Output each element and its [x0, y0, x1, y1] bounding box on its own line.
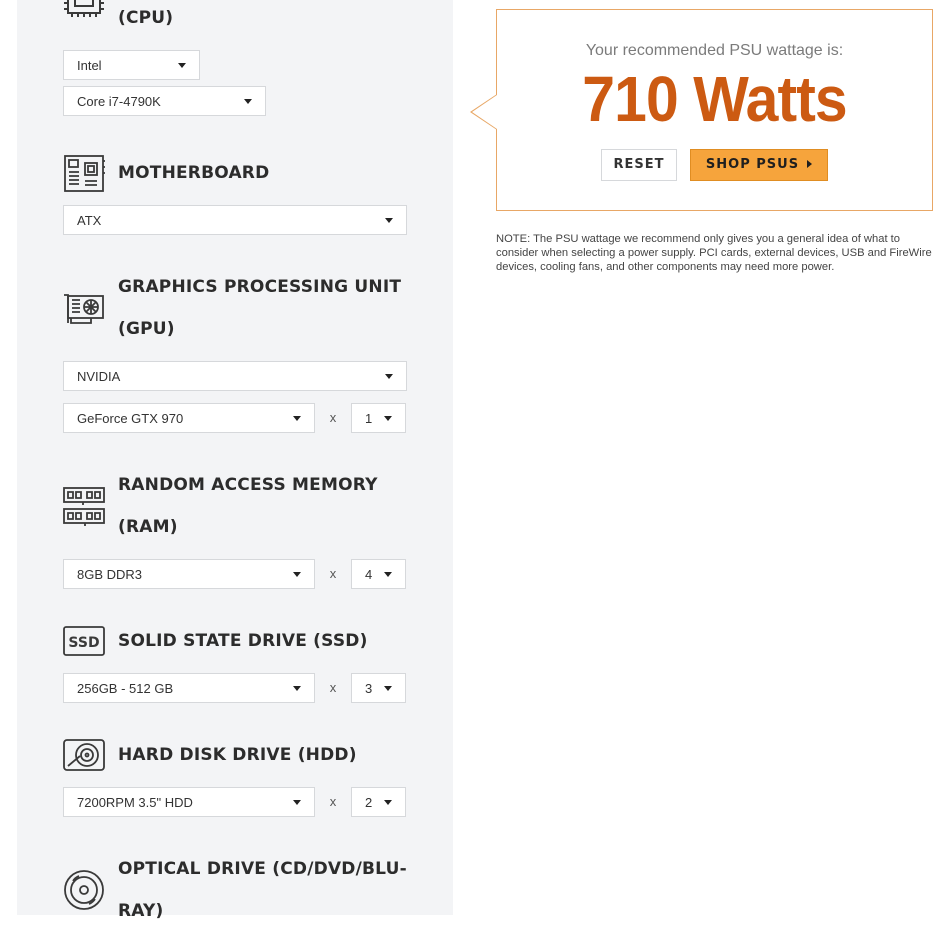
- hdd-quantity-select[interactable]: 2: [351, 787, 406, 817]
- chevron-down-icon: [385, 218, 393, 223]
- chevron-down-icon: [244, 99, 252, 104]
- cpu-brand-value: Intel: [77, 58, 102, 73]
- ssd-capacity-value: 256GB - 512 GB: [77, 681, 174, 696]
- shop-psus-button[interactable]: SHOP PSUS: [690, 149, 828, 181]
- recommended-label: Your recommended PSU wattage is:: [585, 42, 844, 59]
- gpu-icon: [63, 287, 105, 329]
- gpu-quantity-select[interactable]: 1: [351, 403, 406, 433]
- hdd-quantity-value: 2: [365, 795, 373, 810]
- chevron-down-icon: [293, 572, 301, 577]
- ssd-quantity-value: 3: [365, 681, 373, 696]
- cpu-model-value: Core i7-4790K: [77, 94, 161, 109]
- optical-title-line1: OPTICAL DRIVE (CD/DVD/BLU-: [118, 859, 407, 879]
- multiply-sign: x: [329, 794, 337, 809]
- motherboard-icon: [63, 153, 105, 195]
- ram-module-value: 8GB DDR3: [77, 567, 143, 582]
- chevron-down-icon: [178, 63, 186, 68]
- gpu-brand-select[interactable]: NVIDIA: [63, 361, 407, 391]
- chevron-down-icon: [384, 686, 392, 691]
- multiply-sign: x: [329, 566, 337, 581]
- hdd-type-value: 7200RPM 3.5" HDD: [77, 795, 193, 810]
- ssd-quantity-select[interactable]: 3: [351, 673, 406, 703]
- chevron-down-icon: [384, 572, 392, 577]
- shop-psus-label: SHOP PSUS: [705, 157, 800, 172]
- hdd-title: HARD DISK DRIVE (HDD): [118, 745, 357, 765]
- gpu-title-line1: GRAPHICS PROCESSING UNIT: [118, 277, 402, 297]
- callout-pointer-fill: [472, 95, 497, 129]
- chevron-down-icon: [384, 800, 392, 805]
- ssd-title: SOLID STATE DRIVE (SSD): [118, 631, 368, 651]
- ram-quantity-value: 4: [365, 567, 373, 582]
- hdd-icon: [63, 734, 105, 776]
- multiply-sign: x: [329, 410, 337, 425]
- chevron-down-icon: [293, 800, 301, 805]
- optical-drive-icon: [63, 869, 105, 911]
- svg-text:SSD: SSD: [68, 635, 99, 651]
- motherboard-value: ATX: [77, 213, 102, 228]
- gpu-model-value: GeForce GTX 970: [77, 411, 184, 426]
- caret-right-icon: [807, 159, 813, 168]
- chevron-down-icon: [293, 686, 301, 691]
- result-callout: Your recommended PSU wattage is: 710 Wat…: [470, 9, 933, 211]
- ssd-icon: SSD: [63, 620, 105, 662]
- disclaimer-note: NOTE: The PSU wattage we recommend only …: [496, 233, 932, 273]
- ram-icon: [63, 485, 105, 527]
- chevron-down-icon: [385, 374, 393, 379]
- reset-button[interactable]: RESET: [601, 149, 677, 181]
- ram-title-line1: RANDOM ACCESS MEMORY: [118, 475, 378, 495]
- component-panel: [17, 0, 453, 915]
- cpu-icon: [63, 0, 105, 18]
- ram-title-line2: (RAM): [118, 517, 178, 537]
- wattage-value: 710 Watts: [582, 63, 847, 135]
- ssd-capacity-select[interactable]: 256GB - 512 GB: [63, 673, 315, 703]
- cpu-brand-select[interactable]: Intel: [63, 50, 200, 80]
- hdd-type-select[interactable]: 7200RPM 3.5" HDD: [63, 787, 315, 817]
- chevron-down-icon: [293, 416, 301, 421]
- multiply-sign: x: [329, 680, 337, 695]
- gpu-brand-value: NVIDIA: [77, 369, 121, 384]
- ram-quantity-select[interactable]: 4: [351, 559, 406, 589]
- motherboard-title: MOTHERBOARD: [118, 163, 270, 183]
- gpu-quantity-value: 1: [365, 411, 373, 426]
- motherboard-select[interactable]: ATX: [63, 205, 407, 235]
- cpu-model-select[interactable]: Core i7-4790K: [63, 86, 266, 116]
- cpu-title: (CPU): [118, 8, 174, 28]
- ram-module-select[interactable]: 8GB DDR3: [63, 559, 315, 589]
- gpu-title-line2: (GPU): [118, 319, 175, 339]
- chevron-down-icon: [384, 416, 392, 421]
- optical-title-line2: RAY): [118, 901, 164, 921]
- gpu-model-select[interactable]: GeForce GTX 970: [63, 403, 315, 433]
